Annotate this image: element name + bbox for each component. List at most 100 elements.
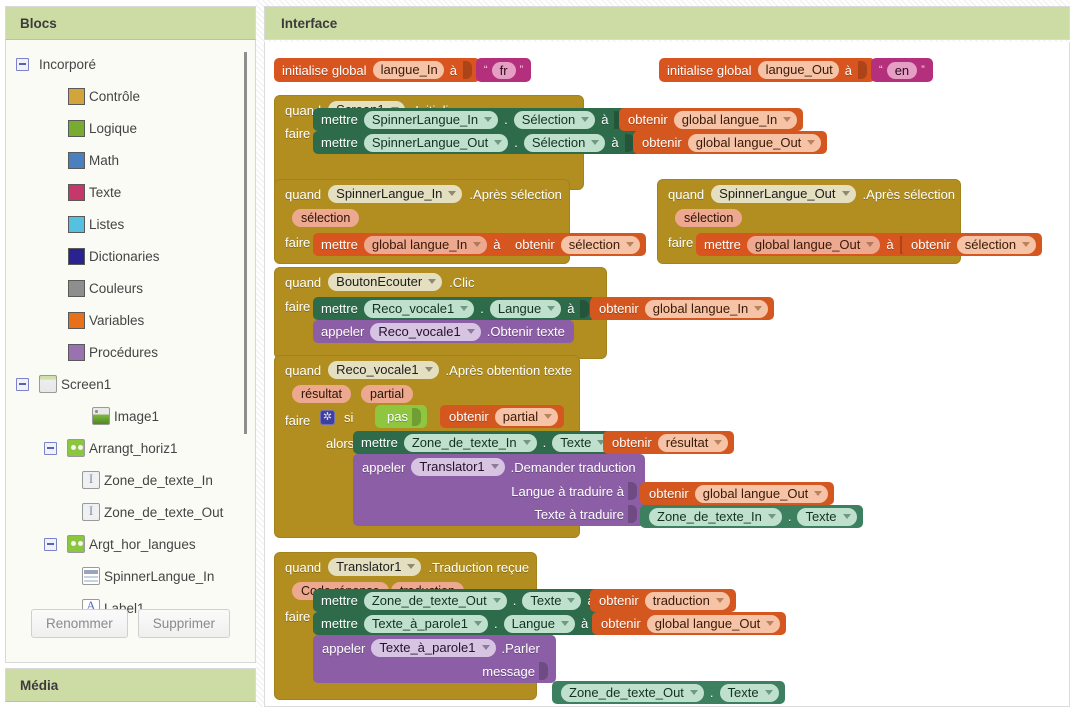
- variable-dropdown[interactable]: partial: [494, 407, 559, 426]
- block-get-traduction[interactable]: obtenir traduction: [590, 589, 736, 612]
- property-dropdown[interactable]: Langue: [489, 299, 562, 318]
- collapse-toggle-icon[interactable]: [44, 537, 57, 551]
- block-text-string-fr[interactable]: “ fr ”: [475, 58, 532, 82]
- block-zone-de-texte-out-texte-getter[interactable]: Zone_de_texte_Out . Texte: [552, 681, 785, 704]
- component-dropdown[interactable]: SpinnerLangue_Out: [363, 133, 509, 152]
- component-dropdown[interactable]: Zone_de_texte_In: [403, 433, 537, 452]
- property-dropdown[interactable]: Texte: [522, 591, 582, 610]
- palette-item-variables[interactable]: Variables: [6, 304, 255, 336]
- block-init-global-langue-in[interactable]: initialise global langue_In à “ fr ”: [274, 58, 532, 82]
- property-dropdown[interactable]: Sélection: [513, 110, 596, 129]
- string-value-field[interactable]: en: [886, 61, 918, 79]
- variable-dropdown[interactable]: traduction: [644, 591, 730, 610]
- property-dropdown[interactable]: Sélection: [523, 133, 606, 152]
- block-set-texte-a-parole-langue[interactable]: mettre Texte_à_parole1 . Langue à: [313, 612, 611, 635]
- variable-dropdown[interactable]: sélection: [560, 235, 641, 254]
- tree-node-zone-de-texte-in[interactable]: Zone_de_texte_In: [6, 464, 255, 496]
- block-get-global-langue-in-2[interactable]: obtenir global langue_In: [590, 297, 775, 320]
- component-dropdown[interactable]: Zone_de_texte_Out: [363, 591, 507, 610]
- collapse-toggle-icon[interactable]: [44, 441, 57, 455]
- component-dropdown[interactable]: Reco_vocale1: [328, 361, 439, 379]
- block-call-translator-demander-traduction[interactable]: appeler Translator1 .Demander traduction…: [353, 454, 645, 526]
- string-value-field[interactable]: fr: [491, 61, 516, 79]
- block-set-reco-vocale-langue[interactable]: mettre Reco_vocale1 . Langue à: [313, 297, 597, 320]
- blocks-workspace[interactable]: initialise global langue_In à “ fr ” ini…: [264, 42, 1070, 707]
- block-get-selection-out[interactable]: obtenir sélection: [902, 233, 1043, 256]
- palette-item-listes[interactable]: Listes: [6, 208, 255, 240]
- block-set-spinnerlangue-out-selection[interactable]: mettre SpinnerLangue_Out . Sélection à: [313, 131, 641, 154]
- variable-dropdown[interactable]: global langue_In: [644, 299, 769, 318]
- event-param-selection[interactable]: sélection: [675, 209, 743, 227]
- variable-dropdown[interactable]: global langue_Out: [646, 614, 781, 633]
- block-get-resultat[interactable]: obtenir résultat: [603, 431, 735, 454]
- block-get-partial[interactable]: obtenir partial: [440, 405, 565, 428]
- component-dropdown[interactable]: BoutonEcouter: [328, 273, 443, 291]
- palette-item-controle[interactable]: Contrôle: [6, 80, 255, 112]
- block-get-selection-in[interactable]: obtenir sélection: [506, 233, 647, 256]
- variable-dropdown[interactable]: global langue_In: [363, 235, 488, 254]
- property-dropdown[interactable]: Langue: [503, 614, 575, 633]
- component-dropdown[interactable]: Zone_de_texte_In: [649, 507, 782, 526]
- variable-dropdown[interactable]: résultat: [657, 433, 729, 452]
- component-dropdown[interactable]: Translator1: [328, 558, 422, 576]
- global-name-field[interactable]: langue_Out: [757, 61, 839, 79]
- property-dropdown[interactable]: Texte: [797, 507, 857, 526]
- chevron-down-icon: [626, 241, 635, 247]
- block-get-global-langue-out-1[interactable]: obtenir global langue_Out: [633, 131, 828, 154]
- rename-button[interactable]: Renommer: [30, 609, 128, 638]
- block-set-spinnerlangue-in-selection[interactable]: mettre SpinnerLangue_In . Sélection à: [313, 108, 631, 131]
- block-get-global-langue-out-2[interactable]: obtenir global langue_Out: [640, 482, 835, 505]
- tree-node-image1[interactable]: Image1: [6, 400, 255, 432]
- chevron-down-icon: [490, 464, 499, 469]
- block-get-global-langue-out-3[interactable]: obtenir global langue_Out: [592, 612, 787, 635]
- global-name-field[interactable]: langue_In: [372, 61, 444, 79]
- component-dropdown[interactable]: Translator1: [411, 458, 505, 476]
- component-dropdown[interactable]: Texte_à_parole1: [371, 639, 496, 657]
- component-dropdown[interactable]: SpinnerLangue_Out: [711, 185, 856, 203]
- component-dropdown[interactable]: Texte_à_parole1: [363, 614, 488, 633]
- variable-dropdown[interactable]: global langue_Out: [687, 133, 822, 152]
- collapse-toggle-icon[interactable]: [16, 377, 29, 391]
- palette-item-couleurs[interactable]: Couleurs: [6, 272, 255, 304]
- block-init-global-langue-out[interactable]: initialise global langue_Out à “ en ”: [659, 58, 933, 82]
- tree-scrollbar[interactable]: [244, 52, 247, 434]
- block-zone-de-texte-in-texte-getter[interactable]: Zone_de_texte_In . Texte: [640, 505, 863, 528]
- tree-node-argt-hor-langues[interactable]: Argt_hor_langues: [6, 528, 255, 560]
- block-text-string-en[interactable]: “ en ”: [871, 58, 933, 82]
- event-param-resultat[interactable]: résultat: [292, 385, 351, 403]
- component-dropdown[interactable]: Reco_vocale1: [363, 299, 475, 318]
- variable-dropdown[interactable]: sélection: [956, 235, 1037, 254]
- block-set-global-langue-in[interactable]: mettre global langue_In à: [313, 233, 523, 256]
- component-dropdown[interactable]: SpinnerLangue_In: [328, 185, 463, 203]
- palette-item-texte[interactable]: Texte: [6, 176, 255, 208]
- tree-node-zone-de-texte-out[interactable]: Zone_de_texte_Out: [6, 496, 255, 528]
- collapse-toggle-icon[interactable]: [16, 57, 29, 71]
- mutator-gear-icon[interactable]: [320, 410, 335, 425]
- block-set-zone-de-texte-out-texte[interactable]: mettre Zone_de_texte_Out . Texte à: [313, 589, 617, 612]
- palette-label: Listes: [89, 216, 125, 232]
- variable-dropdown[interactable]: global langue_In: [673, 110, 798, 129]
- palette-item-procedures[interactable]: Procédures: [6, 336, 255, 368]
- tree-node-builtin[interactable]: Incorporé: [6, 48, 255, 80]
- block-set-global-langue-out[interactable]: mettre global langue_Out à: [696, 233, 916, 256]
- event-param-partial[interactable]: partial: [361, 385, 414, 403]
- component-dropdown[interactable]: Reco_vocale1: [370, 322, 481, 341]
- block-call-reco-vocale-obtenir-texte[interactable]: appeler Reco_vocale1 .Obtenir texte: [313, 320, 574, 343]
- block-get-global-langue-in-1[interactable]: obtenir global langue_In: [619, 108, 804, 131]
- variable-dropdown[interactable]: global langue_Out: [694, 484, 829, 503]
- blocks-palette-tree: Incorporé Contrôle Logique Math Texte Li…: [5, 40, 256, 663]
- property-dropdown[interactable]: Texte: [719, 683, 779, 702]
- event-param-selection[interactable]: sélection: [292, 209, 360, 227]
- tree-node-arrangt-horiz1[interactable]: Arrangt_horiz1: [6, 432, 255, 464]
- delete-button[interactable]: Supprimer: [137, 609, 231, 638]
- variable-dropdown[interactable]: global langue_Out: [746, 235, 881, 254]
- palette-item-math[interactable]: Math: [6, 144, 255, 176]
- tree-node-screen1[interactable]: Screen1: [6, 368, 255, 400]
- component-dropdown[interactable]: Zone_de_texte_Out: [561, 683, 704, 702]
- block-call-texte-a-parole-parler[interactable]: appeler Texte_à_parole1 .Parler message: [313, 635, 556, 683]
- palette-item-logique[interactable]: Logique: [6, 112, 255, 144]
- block-not[interactable]: pas: [375, 405, 427, 428]
- palette-item-dictionaries[interactable]: Dictionaries: [6, 240, 255, 272]
- component-dropdown[interactable]: SpinnerLangue_In: [363, 110, 499, 129]
- tree-node-spinnerlangue-in[interactable]: SpinnerLangue_In: [6, 560, 255, 592]
